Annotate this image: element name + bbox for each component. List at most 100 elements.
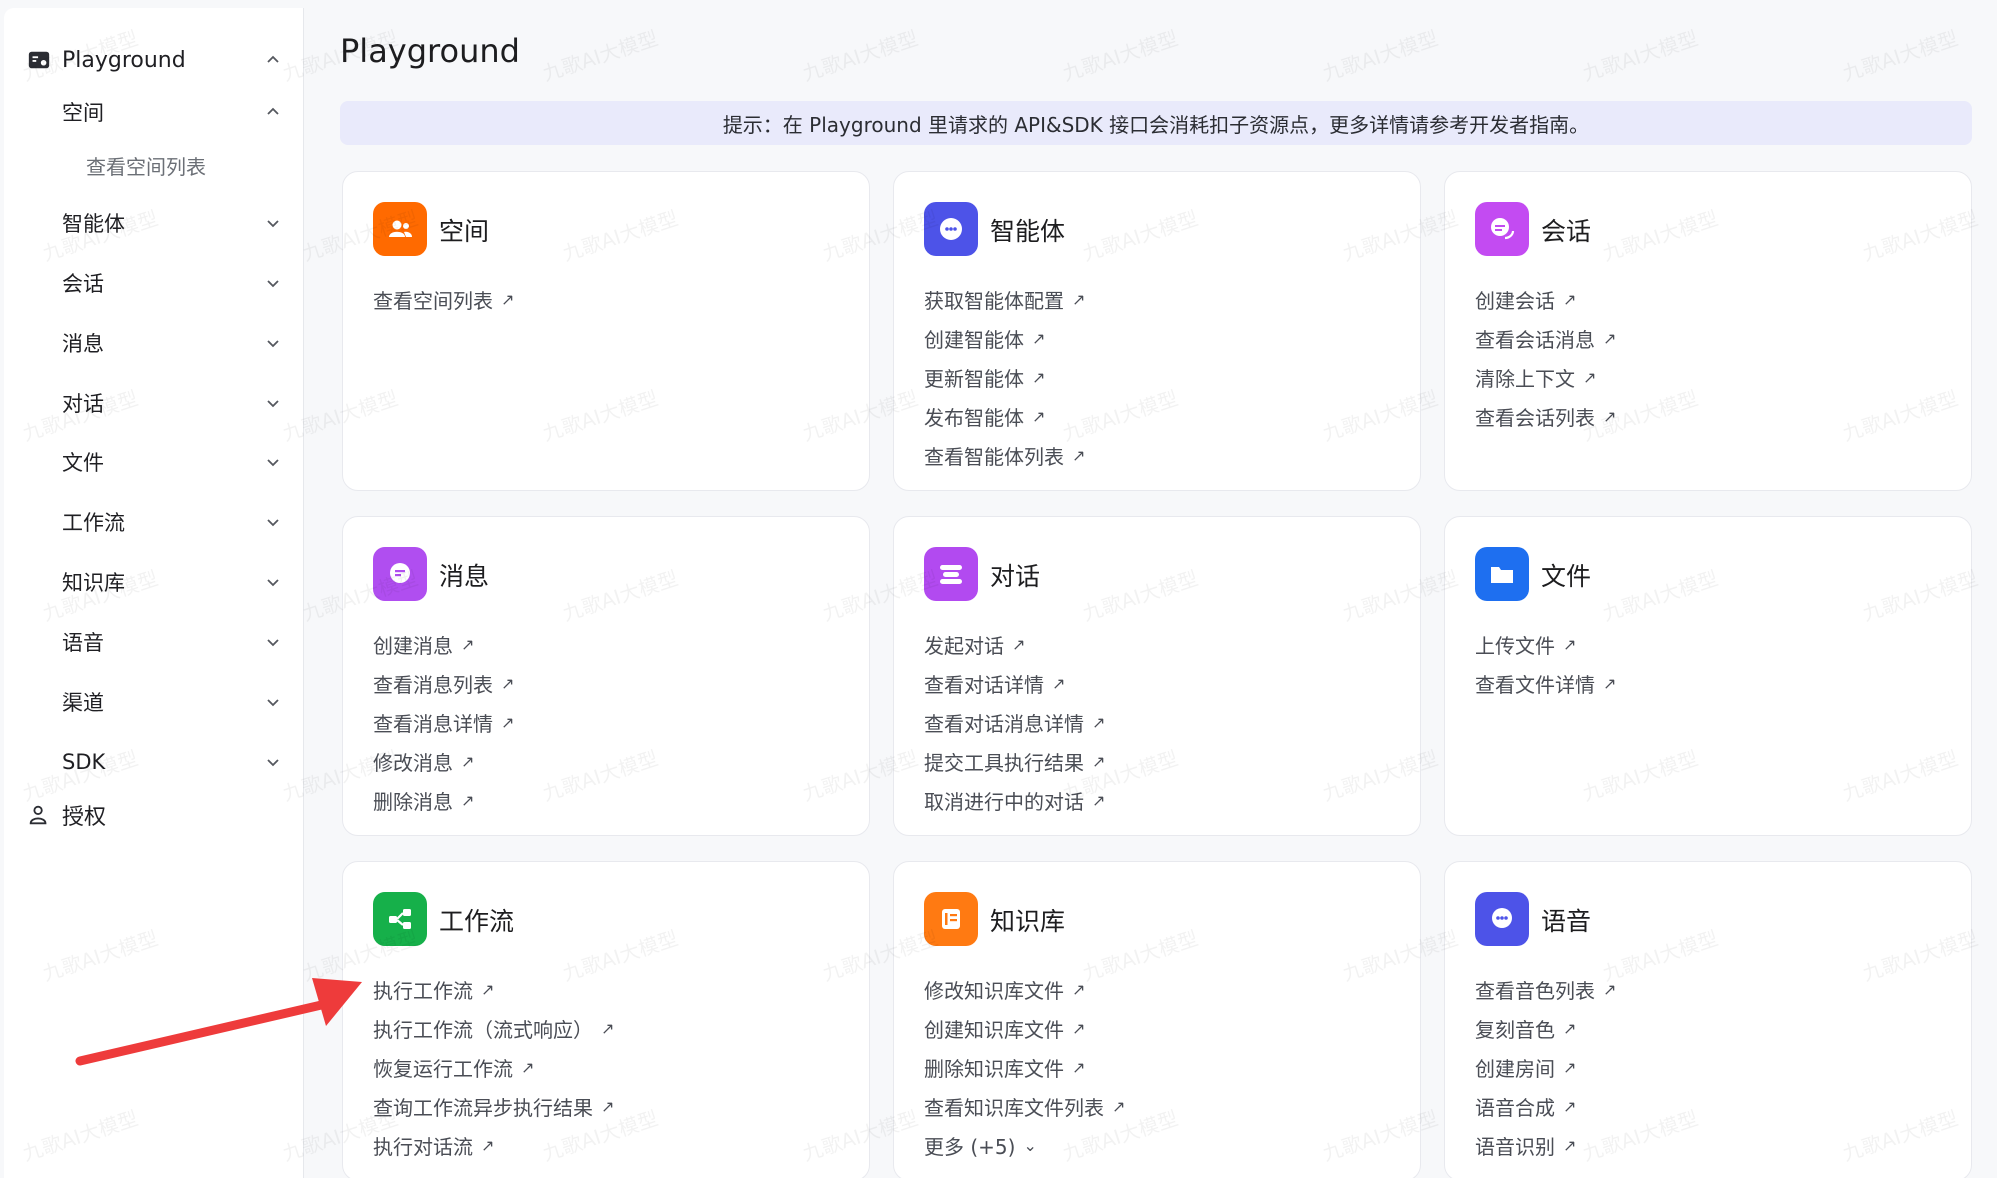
api-link[interactable]: 获取智能体配置 ↗ [924, 280, 1085, 319]
external-link-icon: ↗ [1563, 1136, 1577, 1155]
sidebar-item[interactable]: 智能体 [4, 201, 304, 245]
api-link[interactable]: 查看文件详情 ↗ [1475, 664, 1616, 703]
api-link[interactable]: 发布智能体 ↗ [924, 397, 1085, 436]
sidebar-item[interactable]: 文件 [4, 440, 304, 484]
watermark-text: 九歌AI大模型 [1579, 26, 1701, 86]
api-link[interactable]: 发起对话 ↗ [924, 625, 1105, 664]
card-title: 语音 [1541, 907, 1592, 936]
api-link[interactable]: 执行工作流 ↗ [373, 970, 614, 1009]
chevron-down-icon[interactable] [266, 396, 280, 410]
api-link[interactable]: 查看会话消息 ↗ [1475, 319, 1616, 358]
chevron-down-icon[interactable] [266, 755, 280, 769]
api-link[interactable]: 更多 (+5) ⌄ [924, 1126, 1125, 1165]
api-link-label: 查看音色列表 [1475, 979, 1595, 1003]
api-link-label: 发布智能体 [924, 406, 1024, 430]
sidebar-item[interactable]: 渠道 [4, 680, 304, 724]
api-link-label: 修改知识库文件 [924, 979, 1064, 1003]
chevron-down-icon[interactable] [266, 455, 280, 469]
users-icon [373, 202, 427, 256]
chevron-down-icon[interactable] [266, 515, 280, 529]
api-link-label: 恢复运行工作流 [373, 1057, 513, 1081]
card-title: 文件 [1541, 562, 1592, 591]
api-link[interactable]: 创建消息 ↗ [373, 625, 514, 664]
sidebar-item[interactable]: 会话 [4, 261, 304, 305]
chevron-up-icon[interactable] [266, 105, 280, 119]
api-link[interactable]: 查看消息详情 ↗ [373, 703, 514, 742]
chevron-down-icon[interactable] [266, 575, 280, 589]
api-link-label: 语音识别 [1475, 1135, 1555, 1159]
sidebar-item[interactable]: 工作流 [4, 500, 304, 544]
api-link[interactable]: 创建知识库文件 ↗ [924, 1009, 1125, 1048]
dialog-icon [924, 547, 978, 601]
external-link-icon: ↗ [1563, 1019, 1577, 1038]
api-link[interactable]: 语音识别 ↗ [1475, 1126, 1616, 1165]
external-link-icon: ↗ [1563, 1097, 1577, 1116]
chevron-down-icon[interactable] [266, 635, 280, 649]
api-link[interactable]: 执行工作流（流式响应） ↗ [373, 1009, 614, 1048]
chevron-up-icon[interactable] [266, 53, 280, 67]
external-link-icon: ↗ [1092, 713, 1106, 732]
external-link-icon: ↗ [481, 980, 495, 999]
api-link[interactable]: 查看消息列表 ↗ [373, 664, 514, 703]
api-link[interactable]: 查看对话消息详情 ↗ [924, 703, 1105, 742]
api-link[interactable]: 删除消息 ↗ [373, 781, 514, 820]
tip-banner: 提示：在 Playground 里请求的 API&SDK 接口会消耗扣子资源点，… [340, 101, 1972, 145]
api-card: 会话 创建会话 ↗ 查看会话消息 ↗ 清除上下文 ↗ 查看会话列表 ↗ [1444, 171, 1972, 491]
api-link-label: 查看会话列表 [1475, 406, 1595, 430]
link-list: 修改知识库文件 ↗ 创建知识库文件 ↗ 删除知识库文件 ↗ 查看知识库文件列表 ↗ 更多 (+5… [924, 970, 1125, 1165]
api-card: 语音 查看音色列表 ↗ 复刻音色 ↗ 创建房间 ↗ 语音合成 ↗ 语音识别 ↗ [1444, 861, 1972, 1178]
api-link[interactable]: 恢复运行工作流 ↗ [373, 1048, 614, 1087]
external-link-icon: ↗ [1072, 446, 1086, 465]
api-link[interactable]: 创建智能体 ↗ [924, 319, 1085, 358]
sidebar-item[interactable]: 消息 [4, 321, 304, 365]
external-link-icon: ↗ [1072, 980, 1086, 999]
api-link[interactable]: 删除知识库文件 ↗ [924, 1048, 1125, 1087]
sidebar-item[interactable]: 语音 [4, 620, 304, 664]
api-link-label: 查看消息详情 [373, 712, 493, 736]
api-link[interactable]: 修改消息 ↗ [373, 742, 514, 781]
sidebar-item-label: 语音 [62, 631, 104, 655]
card-title: 消息 [439, 562, 490, 591]
api-link-label: 查看知识库文件列表 [924, 1096, 1104, 1120]
api-link[interactable]: 查看音色列表 ↗ [1475, 970, 1616, 1009]
api-link[interactable]: 提交工具执行结果 ↗ [924, 742, 1105, 781]
api-link-label: 修改消息 [373, 751, 453, 775]
chevron-down-icon[interactable] [266, 276, 280, 290]
api-link-label: 查看对话详情 [924, 673, 1044, 697]
api-link[interactable]: 查看知识库文件列表 ↗ [924, 1087, 1125, 1126]
api-link[interactable]: 查看对话详情 ↗ [924, 664, 1105, 703]
sidebar-item-label: 空间 [62, 101, 104, 125]
bot-icon [924, 202, 978, 256]
sidebar-item[interactable]: Playground [4, 38, 304, 82]
sidebar-item[interactable]: 查看空间列表 [4, 143, 304, 187]
api-link[interactable]: 查看会话列表 ↗ [1475, 397, 1616, 436]
api-link[interactable]: 更新智能体 ↗ [924, 358, 1085, 397]
api-link[interactable]: 取消进行中的对话 ↗ [924, 781, 1105, 820]
api-link[interactable]: 语音合成 ↗ [1475, 1087, 1616, 1126]
api-link[interactable]: 执行对话流 ↗ [373, 1126, 614, 1165]
api-link[interactable]: 上传文件 ↗ [1475, 625, 1616, 664]
api-link[interactable]: 创建房间 ↗ [1475, 1048, 1616, 1087]
sidebar-item[interactable]: 授权 [4, 793, 304, 837]
api-link[interactable]: 查看智能体列表 ↗ [924, 436, 1085, 475]
api-link[interactable]: 清除上下文 ↗ [1475, 358, 1616, 397]
chevron-down-icon[interactable] [266, 695, 280, 709]
external-link-icon: ↗ [481, 1136, 495, 1155]
sidebar-item[interactable]: 知识库 [4, 560, 304, 604]
watermark-text: 九歌AI大模型 [539, 26, 661, 86]
api-link[interactable]: 创建会话 ↗ [1475, 280, 1616, 319]
sidebar-item-label: 查看空间列表 [86, 154, 206, 179]
chevron-down-icon[interactable] [266, 336, 280, 350]
external-link-icon: ↗ [1072, 1058, 1086, 1077]
sidebar-item[interactable]: SDK [4, 740, 304, 784]
api-link-label: 创建房间 [1475, 1057, 1555, 1081]
api-link-label: 取消进行中的对话 [924, 790, 1084, 814]
api-link[interactable]: 查询工作流异步执行结果 ↗ [373, 1087, 614, 1126]
sidebar-item[interactable]: 对话 [4, 381, 304, 425]
chevron-down-icon: ⌄ [1023, 1136, 1037, 1155]
api-link[interactable]: 复刻音色 ↗ [1475, 1009, 1616, 1048]
api-link[interactable]: 修改知识库文件 ↗ [924, 970, 1125, 1009]
api-link[interactable]: 查看空间列表 ↗ [373, 280, 514, 319]
sidebar-item[interactable]: 空间 [4, 90, 304, 134]
chevron-down-icon[interactable] [266, 216, 280, 230]
